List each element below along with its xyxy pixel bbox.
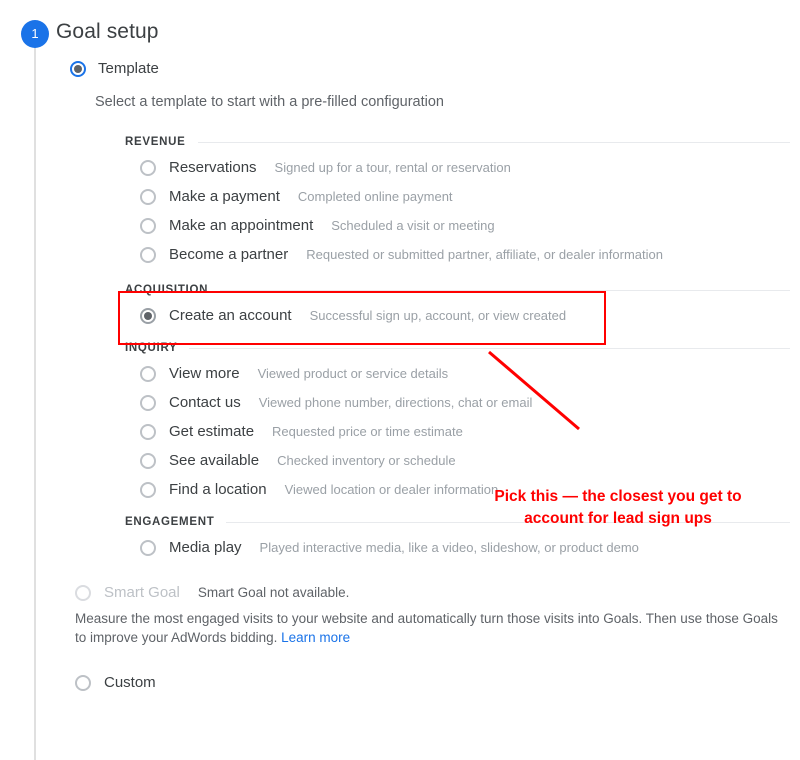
group-header-inquiry: INQUIRY [125, 337, 790, 359]
goal-type-smart-goal-option: Smart Goal Smart Goal not available. Mea… [70, 584, 790, 647]
template-option-description: Signed up for a tour, rental or reservat… [274, 160, 511, 175]
template-option-make-an-appointment[interactable]: Make an appointment Scheduled a visit or… [125, 211, 790, 240]
template-option-name: Find a location [169, 481, 267, 498]
smart-goal-description-text: Measure the most engaged visits to your … [75, 611, 778, 645]
radio-create-an-account-icon[interactable] [140, 307, 156, 324]
template-help-text: Select a template to start with a pre-fi… [95, 94, 444, 110]
template-option-become-a-partner[interactable]: Become a partner Requested or submitted … [125, 240, 790, 269]
template-option-list: REVENUE Reservations Signed up for a tou… [125, 131, 790, 562]
template-option-get-estimate[interactable]: Get estimate Requested price or time est… [125, 417, 790, 446]
template-option-create-an-account[interactable]: Create an account Successful sign up, ac… [125, 301, 790, 330]
radio-make-an-appointment-icon[interactable] [140, 217, 156, 234]
group-divider [220, 289, 790, 291]
radio-contact-us-icon[interactable] [140, 394, 156, 411]
template-option-description: Viewed location or dealer information [284, 482, 499, 497]
template-option-reservations[interactable]: Reservations Signed up for a tour, renta… [125, 153, 790, 182]
template-option-name: Make a payment [169, 188, 280, 205]
template-option-description: Viewed product or service details [257, 366, 449, 381]
template-option-name: Contact us [169, 394, 241, 411]
template-option-description: Viewed phone number, directions, chat or… [258, 395, 533, 410]
group-header-revenue: REVENUE [125, 131, 790, 153]
radio-find-a-location-icon[interactable] [140, 481, 156, 498]
radio-see-available-icon[interactable] [140, 452, 156, 469]
step-rail-line [34, 34, 36, 760]
template-option-description: Scheduled a visit or meeting [331, 218, 495, 233]
group-divider [197, 141, 790, 143]
template-option-name: See available [169, 452, 260, 469]
template-option-view-more[interactable]: View more Viewed product or service deta… [125, 359, 790, 388]
smart-goal-label: Smart Goal [104, 584, 180, 601]
template-option-contact-us[interactable]: Contact us Viewed phone number, directio… [125, 388, 790, 417]
template-option-name: Make an appointment [169, 217, 314, 234]
template-option-name: Get estimate [169, 423, 255, 440]
group-header-engagement: ENGAGEMENT [125, 511, 790, 533]
template-group-engagement: ENGAGEMENT Media play Played interactive… [125, 511, 790, 562]
goal-setup-content: Template Select a template to start with… [70, 60, 790, 691]
template-option-find-a-location[interactable]: Find a location Viewed location or deale… [125, 475, 790, 504]
goal-type-custom-option[interactable]: Custom [75, 674, 790, 691]
group-title: ENGAGEMENT [125, 516, 215, 528]
step-rail: 1 [21, 20, 49, 760]
template-option-name: Become a partner [169, 246, 289, 263]
goal-type-custom-label: Custom [104, 674, 156, 691]
page-title: Goal setup [56, 20, 159, 43]
radio-make-a-payment-icon[interactable] [140, 188, 156, 205]
template-option-description: Successful sign up, account, or view cre… [309, 308, 567, 323]
group-divider [189, 347, 790, 349]
group-divider [226, 521, 790, 523]
smart-goal-note: Smart Goal not available. [197, 585, 350, 600]
smart-goal-row: Smart Goal Smart Goal not available. [70, 584, 790, 601]
group-title: ACQUISITION [125, 284, 209, 296]
radio-media-play-icon[interactable] [140, 539, 156, 556]
radio-reservations-icon[interactable] [140, 159, 156, 176]
template-option-name: Reservations [169, 159, 257, 176]
radio-custom-icon[interactable] [75, 674, 91, 691]
goal-type-template-label: Template [98, 60, 159, 77]
template-group-inquiry: INQUIRY View more Viewed product or serv… [125, 337, 790, 504]
template-option-description: Completed online payment [297, 189, 453, 204]
template-option-make-a-payment[interactable]: Make a payment Completed online payment [125, 182, 790, 211]
group-title: INQUIRY [125, 342, 178, 354]
smart-goal-description: Measure the most engaged visits to your … [75, 609, 780, 647]
radio-view-more-icon[interactable] [140, 365, 156, 382]
template-group-revenue: REVENUE Reservations Signed up for a tou… [125, 131, 790, 273]
template-option-name: View more [169, 365, 240, 382]
template-option-media-play[interactable]: Media play Played interactive media, lik… [125, 533, 790, 562]
group-title: REVENUE [125, 136, 186, 148]
group-header-acquisition: ACQUISITION [125, 279, 790, 301]
goal-type-template-option[interactable]: Template [70, 60, 790, 77]
template-option-name: Media play [169, 539, 242, 556]
template-group-acquisition: ACQUISITION Create an account Successful… [125, 279, 790, 330]
step-number-badge: 1 [21, 20, 49, 48]
template-option-name: Create an account [169, 307, 292, 324]
template-option-description: Requested or submitted partner, affiliat… [306, 247, 663, 262]
radio-template-icon[interactable] [70, 60, 86, 77]
template-option-description: Played interactive media, like a video, … [259, 540, 639, 555]
template-option-description: Checked inventory or schedule [277, 453, 456, 468]
template-option-description: Requested price or time estimate [272, 424, 463, 439]
learn-more-link[interactable]: Learn more [281, 630, 350, 645]
template-option-see-available[interactable]: See available Checked inventory or sched… [125, 446, 790, 475]
radio-get-estimate-icon[interactable] [140, 423, 156, 440]
radio-smart-goal-icon [75, 584, 91, 601]
radio-become-a-partner-icon[interactable] [140, 246, 156, 263]
